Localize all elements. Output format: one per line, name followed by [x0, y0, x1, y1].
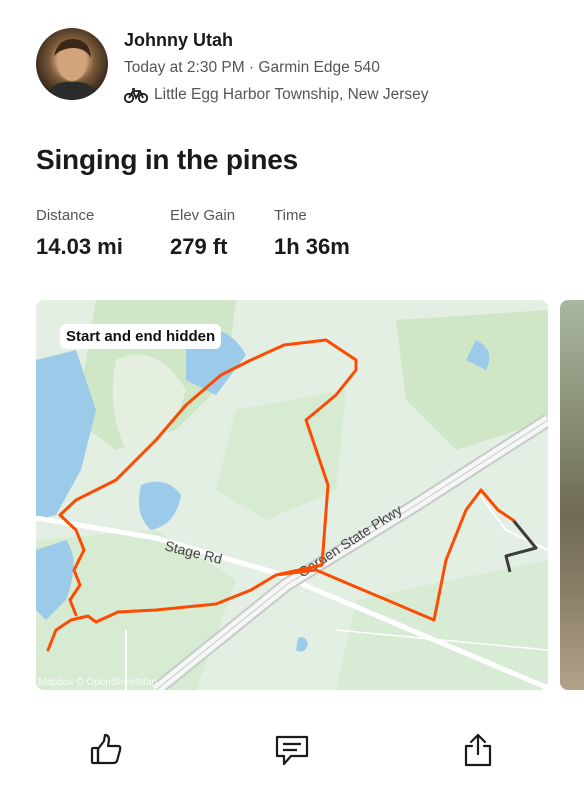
thumbs-up-icon [88, 732, 124, 768]
athlete-name[interactable]: Johnny Utah [124, 30, 233, 51]
privacy-badge: Start and end hidden [60, 324, 222, 349]
stat-value: 14.03 mi [36, 234, 123, 259]
stat-label: Elev Gain [170, 207, 236, 224]
location-text: Little Egg Harbor Township, New Jersey [154, 86, 429, 103]
comment-button[interactable] [270, 728, 314, 772]
stat-label: Time [274, 207, 307, 224]
stat-label: Distance [36, 207, 95, 224]
route-map[interactable]: Stage Rd Garden State Pkwy Start and end… [36, 300, 548, 690]
activity-title[interactable]: Singing in the pines [36, 144, 298, 176]
athlete-avatar[interactable] [36, 28, 108, 100]
activity-photo-thumbnail[interactable] [560, 300, 584, 690]
map-attribution[interactable]: Mapbox © OpenStreetMap [38, 677, 157, 688]
kudos-button[interactable] [84, 728, 128, 772]
comment-icon [273, 732, 311, 768]
stat-time: Time 1h 36m [274, 207, 350, 260]
stat-distance: Distance 14.03 mi [36, 207, 123, 260]
activity-meta: Today at 2:30 PM · Garmin Edge 540 [124, 59, 380, 76]
share-icon [460, 732, 496, 768]
share-button[interactable] [456, 728, 500, 772]
stat-elev-gain: Elev Gain 279 ft [170, 207, 235, 260]
activity-location-row: Little Egg Harbor Township, New Jersey [124, 86, 429, 104]
stat-value: 279 ft [170, 234, 228, 259]
stat-value: 1h 36m [274, 234, 350, 259]
bike-icon [124, 86, 148, 104]
